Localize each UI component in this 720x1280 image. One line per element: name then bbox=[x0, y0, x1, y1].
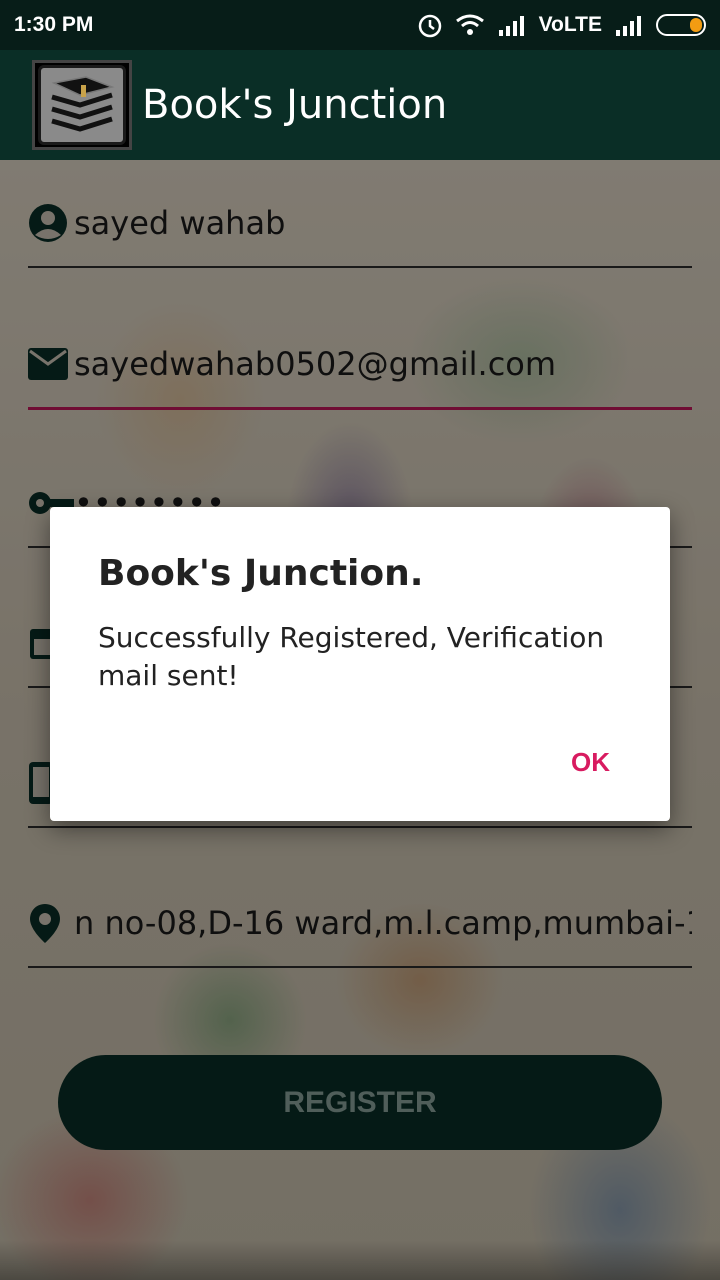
status-bar: 1:30 PM VoLTE bbox=[0, 0, 720, 50]
network-label: VoLTE bbox=[538, 13, 602, 36]
signal-icon bbox=[497, 14, 527, 36]
alert-dialog: Book's Junction. Successfully Registered… bbox=[50, 507, 670, 821]
dialog-message: Successfully Registered, Verification ma… bbox=[98, 621, 605, 692]
book-stack-icon bbox=[32, 60, 132, 150]
app-title: Book's Junction bbox=[142, 82, 448, 128]
app-bar: Book's Junction bbox=[0, 50, 720, 160]
ok-button[interactable]: OK bbox=[571, 747, 610, 778]
battery-icon bbox=[656, 14, 706, 36]
signal-icon bbox=[614, 14, 644, 36]
status-time: 1:30 PM bbox=[14, 13, 94, 36]
alarm-icon bbox=[417, 12, 443, 38]
wifi-icon bbox=[455, 13, 485, 37]
dialog-title: Book's Junction. bbox=[98, 553, 424, 594]
bottom-shadow bbox=[0, 1240, 720, 1280]
